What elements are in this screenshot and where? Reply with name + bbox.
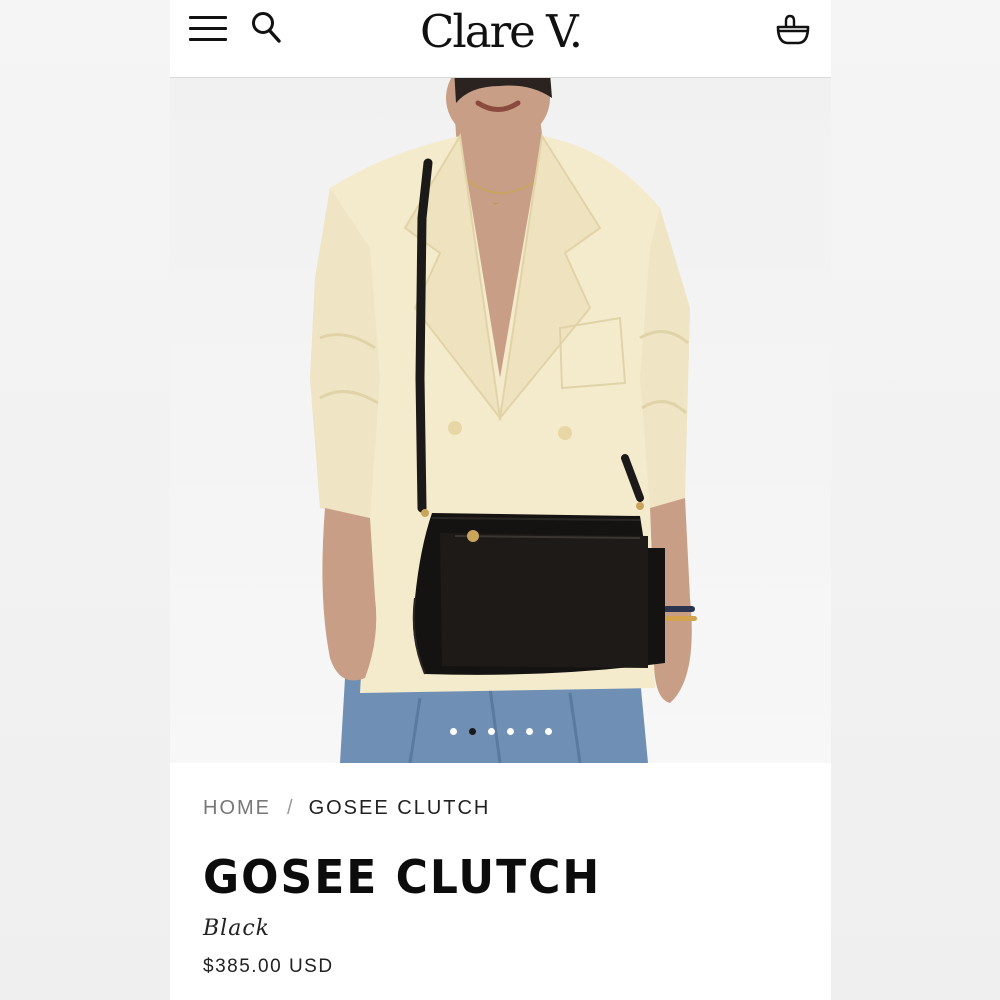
breadcrumb-separator: / [287, 797, 295, 819]
carousel-pagination [170, 728, 831, 735]
product-image-carousel[interactable]: ~ [170, 78, 831, 763]
carousel-dot-active[interactable] [468, 728, 476, 735]
product-photo: ~ [310, 78, 697, 763]
product-color: Black [203, 916, 270, 941]
carousel-dot[interactable] [506, 728, 514, 735]
site-header: Clare V. [170, 0, 831, 78]
breadcrumb-current: GOSEE CLUTCH [308, 797, 491, 819]
carousel-dot[interactable] [544, 728, 552, 735]
product-price: $385.00 USD [203, 956, 334, 977]
svg-text:~: ~ [493, 200, 499, 208]
product-info: HOME / GOSEE CLUTCH GOSEE CLUTCH Black $38… [170, 763, 831, 1000]
carousel-dot[interactable] [487, 728, 495, 735]
carousel-dot[interactable] [449, 728, 457, 735]
carousel-dot[interactable] [525, 728, 533, 735]
product-title: GOSEE CLUTCH [203, 851, 602, 905]
shopping-basket-icon[interactable] [775, 12, 811, 48]
breadcrumb-home-link[interactable]: HOME [203, 797, 271, 819]
background-right [831, 0, 1000, 1000]
mobile-page: Clare V. ~ HOME / GOSEE CLUTCH GOSEE CLU… [170, 0, 831, 1000]
background-left [0, 0, 170, 1000]
brand-logo[interactable]: Clare V. [170, 6, 831, 58]
breadcrumb: HOME / GOSEE CLUTCH [203, 797, 490, 820]
